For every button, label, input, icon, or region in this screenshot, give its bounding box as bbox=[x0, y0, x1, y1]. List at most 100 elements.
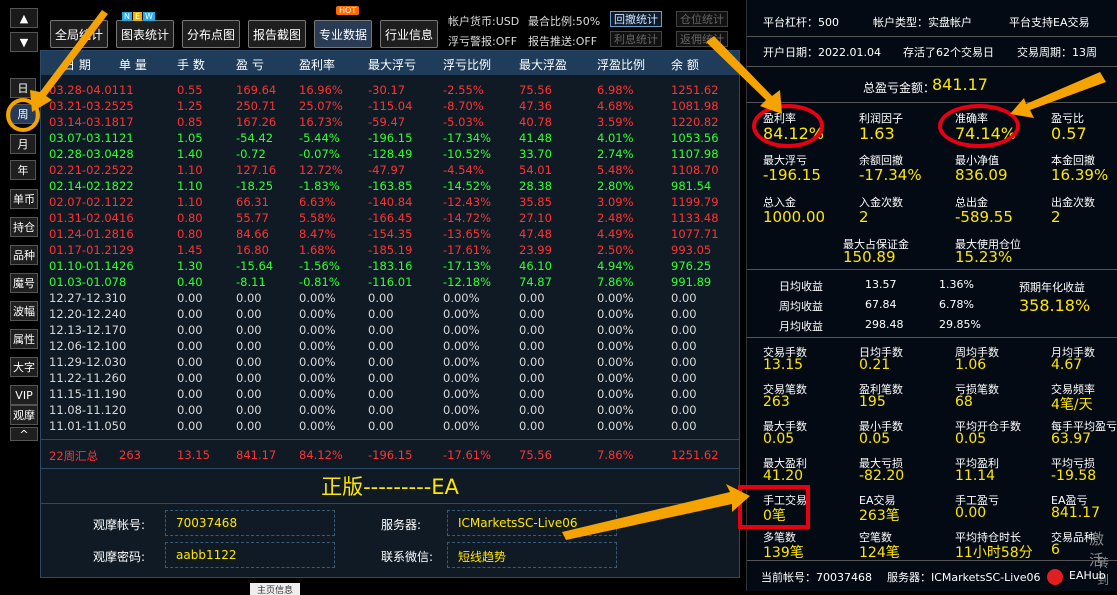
side-btn-positions[interactable]: 持仓 bbox=[10, 217, 38, 237]
table-cell: -59.47 bbox=[368, 115, 406, 129]
report-screenshot-button[interactable]: 报告截图 bbox=[248, 20, 306, 48]
industry-info-button[interactable]: 行业信息 bbox=[380, 20, 438, 48]
max-ratio: 最合比例:50% bbox=[528, 15, 601, 28]
col-float-profit-ratio: 浮盈比例 bbox=[597, 58, 646, 72]
summary-cell: 1251.62 bbox=[671, 448, 719, 462]
chart-stats-button[interactable]: 图表统计 bbox=[116, 20, 174, 48]
table-cell: 2.48% bbox=[597, 211, 634, 225]
table-cell: 0 bbox=[119, 323, 127, 337]
table-cell: -14.72% bbox=[443, 211, 491, 225]
tab-day[interactable]: 日 bbox=[10, 78, 36, 98]
table-cell: 991.89 bbox=[671, 275, 712, 289]
drawdown-stats-button[interactable]: 回撤统计 bbox=[610, 11, 662, 27]
pro-data-button[interactable]: 专业数据 bbox=[314, 20, 372, 48]
summary-cell: 263 bbox=[119, 448, 141, 462]
table-cell: 0.40 bbox=[177, 275, 203, 289]
table-cell: 35.85 bbox=[519, 195, 552, 209]
table-cell: 1251.62 bbox=[671, 83, 719, 97]
rebate-stats-button[interactable]: 返佣统计 bbox=[676, 31, 728, 47]
table-cell: 981.54 bbox=[671, 179, 712, 193]
table-cell: 0 bbox=[119, 419, 127, 433]
table-cell: -0.07% bbox=[299, 147, 340, 161]
side-btn-amplitude[interactable]: 波幅 bbox=[10, 301, 38, 321]
side-btn-single-currency[interactable]: 单币 bbox=[10, 189, 38, 209]
table-cell: -17.61% bbox=[443, 243, 491, 257]
table-cell: 0.00 bbox=[177, 307, 203, 321]
table-cell: 0.85 bbox=[177, 115, 203, 129]
table-cell: 0.00% bbox=[299, 371, 336, 385]
scroll-up-button[interactable]: ▲ bbox=[10, 8, 38, 28]
table-cell: 1199.79 bbox=[671, 195, 719, 209]
table-cell: 40.78 bbox=[519, 115, 552, 129]
table-cell: 0.00% bbox=[597, 323, 634, 337]
home-info-tab[interactable]: 主页信息 bbox=[250, 583, 300, 595]
table-cell: 0.00 bbox=[368, 307, 394, 321]
position-stats-button[interactable]: 仓位统计 bbox=[676, 11, 728, 27]
avg-value: 1.36% bbox=[939, 278, 974, 291]
col-max-float-profit: 最大浮盈 bbox=[519, 58, 568, 72]
table-cell: 0.00 bbox=[177, 387, 203, 401]
table-cell: 01.24-01.28 bbox=[49, 227, 119, 241]
trade-stat-value: -82.20 bbox=[859, 468, 905, 484]
table-cell: 0.00% bbox=[597, 419, 634, 433]
side-btn-magic[interactable]: 魔号 bbox=[10, 273, 38, 293]
side-btn-symbols[interactable]: 品种 bbox=[10, 245, 38, 265]
leverage: 平台杠杆：500 bbox=[763, 16, 839, 29]
table-cell: -183.16 bbox=[368, 259, 413, 273]
table-cell: 66.31 bbox=[236, 195, 269, 209]
table-cell: 0.00 bbox=[177, 371, 203, 385]
table-cell: 0.00 bbox=[671, 387, 697, 401]
scroll-down-button[interactable]: ▼ bbox=[10, 32, 38, 52]
side-btn-collapse[interactable]: ^ bbox=[10, 427, 38, 441]
col-max-float-loss: 最大浮亏 bbox=[368, 58, 417, 72]
summary-cell: 7.86% bbox=[597, 448, 634, 462]
trade-stat-value: 0.05 bbox=[859, 431, 891, 447]
table-cell: 16 bbox=[119, 211, 134, 225]
side-btn-watch[interactable]: 观摩 bbox=[10, 405, 38, 425]
table-cell: 23.99 bbox=[519, 243, 552, 257]
tab-year[interactable]: 年 bbox=[10, 160, 36, 180]
table-cell: 28.38 bbox=[519, 179, 552, 193]
distribution-chart-button[interactable]: 分布点图 bbox=[182, 20, 240, 48]
summary-cell: 13.15 bbox=[177, 448, 210, 462]
side-btn-large-font[interactable]: 大字 bbox=[10, 357, 38, 377]
stat-value: 2 bbox=[1051, 208, 1061, 226]
table-cell: 02.14-02.18 bbox=[49, 179, 119, 193]
table-cell: 0.00 bbox=[368, 371, 394, 385]
table-header: 日 期 单 量 手 数 盈 亏 盈利率 最大浮亏 浮亏比例 最大浮盈 浮盈比例 … bbox=[41, 51, 739, 75]
global-stats-button[interactable]: 全局统计 bbox=[50, 20, 108, 48]
table-cell: 1220.82 bbox=[671, 115, 719, 129]
side-btn-properties[interactable]: 属性 bbox=[10, 329, 38, 349]
table-cell: 01.03-01.07 bbox=[49, 275, 119, 289]
table-cell: 8.47% bbox=[299, 227, 336, 241]
table-cell: 01.17-01.21 bbox=[49, 243, 119, 257]
table-row: 03.28-04.01 11 0.55 169.64 16.96% -30.17 -2.55… bbox=[41, 83, 739, 99]
side-btn-vip[interactable]: VIP bbox=[10, 385, 38, 405]
table-cell: 75.56 bbox=[519, 83, 552, 97]
table-cell: -166.45 bbox=[368, 211, 413, 225]
table-cell: 0.00 bbox=[177, 291, 203, 305]
watch-password-label: 观摩密码: bbox=[93, 550, 146, 564]
trade-stat-value: 4.67 bbox=[1051, 357, 1083, 373]
manual-trade-highlight-box bbox=[738, 485, 810, 529]
table-cell: 993.05 bbox=[671, 243, 712, 257]
tab-month[interactable]: 月 bbox=[10, 134, 36, 154]
weekly-stats-table: 日 期 单 量 手 数 盈 亏 盈利率 最大浮亏 浮亏比例 最大浮盈 浮盈比例 … bbox=[40, 50, 740, 578]
max-margin-value: 150.89 bbox=[843, 248, 896, 266]
table-cell: 0.00% bbox=[443, 355, 480, 369]
stat-value: 16.39% bbox=[1051, 166, 1109, 184]
table-cell: 1.30 bbox=[177, 259, 203, 273]
table-cell: 0.00 bbox=[519, 355, 545, 369]
table-cell: 11.29-12.03 bbox=[49, 355, 119, 369]
table-row: 12.06-12.10 0 0.00 0.00 0.00% 0.00 0.00% 0.00 0.… bbox=[41, 339, 739, 355]
table-row: 01.17-01.21 29 1.45 16.80 1.68% -185.19 -17.61… bbox=[41, 243, 739, 259]
table-cell: 2.80% bbox=[597, 179, 634, 193]
interest-stats-button[interactable]: 利息统计 bbox=[610, 31, 662, 47]
table-row: 11.29-12.03 0 0.00 0.00 0.00% 0.00 0.00% 0.00 0.… bbox=[41, 355, 739, 371]
table-cell: 41.48 bbox=[519, 131, 552, 145]
table-cell: 8 bbox=[119, 275, 127, 289]
table-cell: 3.09% bbox=[597, 195, 634, 209]
table-cell: 0.00 bbox=[671, 307, 697, 321]
table-cell: 0.00 bbox=[519, 371, 545, 385]
table-row: 11.01-11.05 0 0.00 0.00 0.00% 0.00 0.00% 0.00 0.… bbox=[41, 419, 739, 435]
